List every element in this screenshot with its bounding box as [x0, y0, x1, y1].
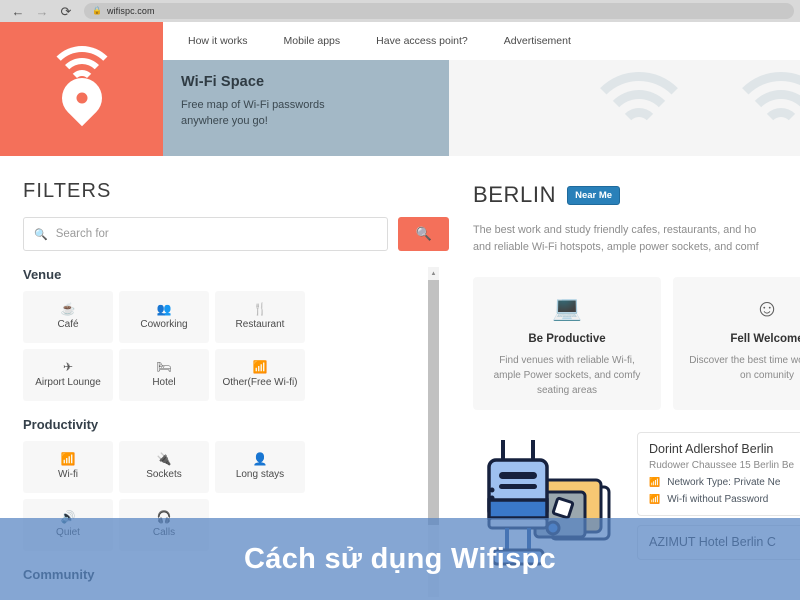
filter-chip-long-stays[interactable]: 👤 Long stays [215, 441, 305, 493]
city-description-line1: The best work and study friendly cafes, … [473, 224, 757, 236]
video-title-overlay: Cách sử dụng Wifispc [0, 518, 800, 600]
city-description: The best work and study friendly cafes, … [449, 208, 800, 257]
listing-title: Dorint Adlershof Berlin [649, 441, 774, 456]
search-button[interactable]: 🔍 [398, 217, 449, 251]
feature-card-list: 💻 Be Productive Find venues with reliabl… [449, 257, 800, 410]
wifi-signal-icon [579, 72, 699, 142]
scroll-up-icon[interactable]: ▲ [428, 267, 439, 280]
reload-icon[interactable]: ⟳ [54, 0, 78, 22]
coffee-cup-icon: ☕ [60, 302, 76, 317]
power-plug-icon: 🔌 [156, 452, 172, 467]
wifi-signal-icon [721, 72, 800, 142]
filter-group-title: Productivity [23, 417, 99, 432]
listing-password-status: Wi-fi without Password [667, 493, 769, 505]
search-input[interactable] [55, 228, 378, 240]
lock-icon: 🔒 [92, 6, 102, 15]
wifi-icon: 📶 [649, 476, 661, 487]
search-icon: 🔍 [415, 226, 432, 241]
scrollbar-thumb[interactable] [428, 280, 439, 525]
search-icon: 🔍 [34, 228, 48, 241]
filters-heading: FILTERS [23, 180, 112, 202]
filter-chip-other-free-wifi[interactable]: 📶 Other(Free Wi-fi) [215, 349, 305, 401]
filter-chip-hotel[interactable]: 🛏 Hotel [119, 349, 209, 401]
page-title: BERLIN [473, 182, 557, 207]
feature-card-desc: Discover the best time work, based on co… [689, 354, 800, 381]
city-description-line2: and reliable Wi-Fi hotspots, ample power… [473, 241, 759, 254]
hero-subtitle: Free map of Wi-Fi passwords anywhere you… [181, 98, 449, 130]
near-me-badge[interactable]: Near Me [567, 185, 621, 205]
listing-password-row: 📶 Wi-fi without Password [649, 494, 800, 505]
listing-item[interactable]: Dorint Adlershof Berlin Rudower Chaussee… [637, 431, 800, 516]
hero-subtitle-line1: Free map of Wi-Fi passwords [181, 99, 325, 111]
feature-card-fell-welcome: ☺ Fell Welcome Discover the best time wo… [673, 276, 800, 410]
hero-subtitle-line2: anywhere you go! [181, 114, 268, 127]
filter-chip-label: Wi-fi [58, 469, 78, 481]
page-body: How it works Mobile apps Have access poi… [0, 22, 800, 600]
filter-chip-restaurant[interactable]: 🍴 Restaurant [215, 291, 305, 343]
feature-card-title: Be Productive [528, 332, 606, 345]
listing-network-type: Network Type: Private Ne [667, 476, 781, 488]
wifi-hand-icon: 📶 [252, 360, 268, 375]
feature-card-be-productive: 💻 Be Productive Find venues with reliabl… [473, 276, 661, 410]
filter-chip-label: Coworking [140, 319, 188, 331]
nav-item-how-it-works[interactable]: How it works [188, 35, 270, 47]
filter-chip-label: Café [57, 319, 79, 331]
person-clock-icon: 👤 [252, 452, 268, 467]
filter-group-title: Venue [23, 267, 62, 282]
url-text: wifispc.com [106, 6, 155, 16]
search-row: 🔍 🔍 [0, 203, 449, 251]
filter-chip-airport-lounge[interactable]: ✈ Airport Lounge [23, 349, 113, 401]
nav-item-mobile-apps[interactable]: Mobile apps [284, 35, 363, 47]
coworking-people-icon: 👥 [156, 302, 172, 317]
hero-title: Wi-Fi Space [181, 74, 265, 90]
filter-chip-label: Restaurant [235, 319, 285, 331]
hero-banner: Wi-Fi Space Free map of Wi-Fi passwords … [163, 60, 449, 156]
filter-chip-wifi[interactable]: 📶 Wi-fi [23, 441, 113, 493]
laptop-icon: 💻 [552, 294, 582, 322]
feature-card-desc: Find venues with reliable Wi-fi, ample P… [493, 354, 641, 396]
filter-chip-sockets[interactable]: 🔌 Sockets [119, 441, 209, 493]
filter-chip-label: Hotel [152, 377, 176, 389]
listing-address: Rudower Chaussee 15 Berlin Be [649, 459, 795, 471]
forward-icon[interactable]: → [30, 0, 54, 22]
airplane-icon: ✈ [62, 360, 74, 375]
site-header: How it works Mobile apps Have access poi… [0, 22, 800, 156]
primary-navigation: How it works Mobile apps Have access poi… [163, 22, 800, 60]
listing-network-type-row: 📶 Network Type: Private Ne [649, 477, 800, 488]
overlay-title: Cách sử dụng Wifispc [244, 542, 556, 575]
filter-group-venue: Venue ☕ Café 👥 Coworking 🍴 Restaurant ✈ … [0, 267, 449, 401]
address-bar[interactable]: 🔒 wifispc.com [84, 3, 794, 19]
hotel-bed-icon: 🛏 [156, 360, 172, 375]
feature-card-title: Fell Welcome [730, 332, 800, 345]
wifi-icon: 📶 [60, 452, 76, 467]
filter-chip-list: ☕ Café 👥 Coworking 🍴 Restaurant ✈ Airpor… [0, 282, 400, 401]
site-logo[interactable] [0, 22, 163, 156]
cutlery-icon: 🍴 [252, 302, 268, 317]
back-icon[interactable]: ← [6, 0, 30, 22]
wifi-no-password-icon: 📶 [649, 493, 661, 504]
nav-item-have-access-point[interactable]: Have access point? [376, 35, 490, 47]
filter-chip-label: Sockets [146, 469, 182, 481]
filter-chip-label: Airport Lounge [35, 377, 101, 389]
filter-chip-label: Other(Free Wi-fi) [222, 377, 298, 389]
header-decoration [449, 60, 800, 156]
screenshot-root: ← → ⟳ 🔒 wifispc.com How it works Mobile … [0, 0, 800, 600]
filter-chip-label: Long stays [235, 469, 285, 481]
city-header: BERLIN Near Me [449, 156, 800, 208]
browser-toolbar: ← → ⟳ 🔒 wifispc.com [0, 0, 800, 22]
filter-chip-cafe[interactable]: ☕ Café [23, 291, 113, 343]
smiley-face-icon: ☺ [754, 294, 780, 322]
filter-chip-coworking[interactable]: 👥 Coworking [119, 291, 209, 343]
nav-item-advertisement[interactable]: Advertisement [504, 35, 593, 47]
search-field[interactable]: 🔍 [23, 217, 389, 251]
wifi-location-pin-icon [45, 46, 119, 132]
